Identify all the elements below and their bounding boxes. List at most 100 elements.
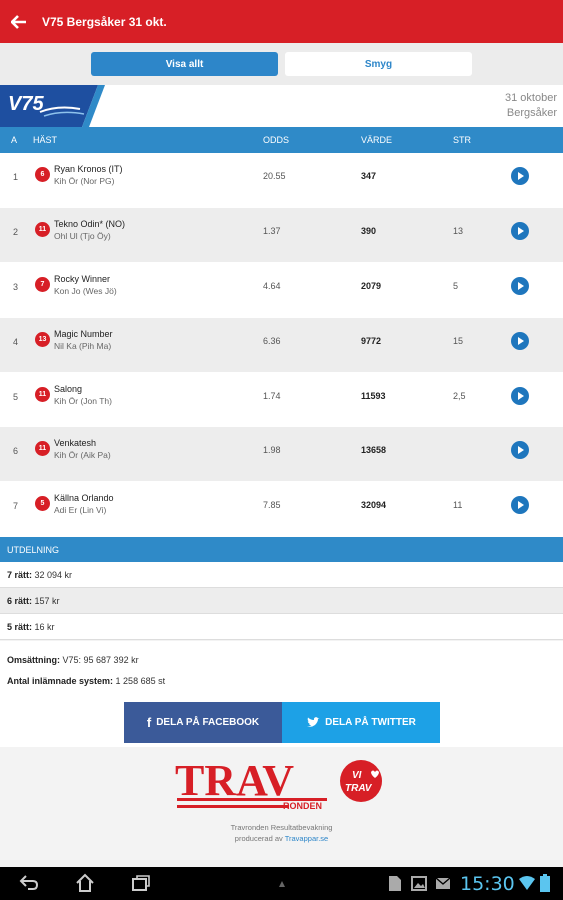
sneak-button[interactable]: Smyg [285, 52, 472, 76]
odds: 6.36 [263, 335, 281, 346]
view-toggle: Visa allt Smyg [0, 43, 563, 85]
odds: 1.74 [263, 390, 281, 401]
value: 9772 [361, 335, 382, 346]
value: 13658 [361, 445, 387, 456]
race-header: V75 31 oktober Bergsåker [0, 85, 563, 127]
driver-trainer: Kih Ör (Nor PG) [54, 176, 115, 186]
systems-label: Antal inlämnade system: [7, 676, 114, 686]
race-number: 3 [13, 281, 19, 292]
share-facebook-button[interactable]: f DELA PÅ FACEBOOK [124, 702, 282, 743]
col-a: A [11, 135, 18, 145]
badge-top-text: VI [352, 770, 362, 781]
back-button[interactable] [0, 0, 38, 43]
odds: 4.64 [263, 280, 281, 291]
horse-number-badge: 11 [35, 386, 50, 402]
table-row[interactable]: 7 5 Källna Orlando Adi Er (Lin Vi) 7.85 … [0, 482, 563, 538]
play-icon[interactable] [511, 496, 529, 515]
start: 5 [453, 280, 459, 291]
horse-number-badge: 6 [35, 167, 50, 182]
horse-number-badge: 11 [35, 221, 50, 237]
arrow-left-icon [11, 14, 26, 29]
table-row[interactable]: 5 11 Salong Kih Ör (Jon Th) 1.74 11593 2… [0, 372, 563, 428]
driver-trainer: Kon Jo (Wes Jö) [54, 285, 117, 296]
value: 347 [361, 171, 377, 181]
start: 2,5 [453, 390, 466, 401]
back-nav-icon[interactable] [18, 873, 40, 891]
odds: 1.37 [263, 225, 281, 236]
play-icon[interactable] [511, 386, 529, 405]
play-icon[interactable] [511, 331, 529, 350]
systems-value: 1 258 685 st [115, 676, 166, 686]
clock: 15:30 [460, 873, 515, 895]
show-all-button[interactable]: Visa allt [91, 52, 278, 76]
home-nav-icon[interactable] [74, 873, 96, 893]
credit-link[interactable]: Travappar.se [285, 834, 329, 843]
wifi-icon [519, 876, 535, 890]
turnover-line: Omsättning: V75: 95 687 392 kr [7, 655, 139, 665]
share-facebook-label: DELA PÅ FACEBOOK [156, 717, 260, 728]
payout-6-label: 6 rätt: [7, 596, 33, 606]
v75-logo-text: V75 [8, 93, 44, 115]
payout-header: UTDELNING [0, 537, 563, 562]
credit-line2: producerad av Travappar.se [0, 833, 563, 844]
col-start: STR [453, 135, 471, 145]
value: 390 [361, 225, 377, 236]
horse-name: Salong [54, 383, 83, 394]
footer: TRAV RONDEN VI TRAV Travronden Resultatb… [0, 747, 563, 867]
table-row[interactable]: 2 11 Tekno Odin* (NO) Ohl Ul (Tjo Öy) 1.… [0, 207, 563, 263]
travronden-logo: TRAV RONDEN VI TRAV [175, 757, 382, 811]
table-row[interactable]: 1 6 Ryan Kronos (IT) Kih Ör (Nor PG) 20.… [0, 153, 563, 208]
start: 11 [453, 500, 463, 511]
race-number: 1 [13, 172, 19, 182]
horse-number-badge: 7 [35, 276, 50, 292]
twitter-icon [307, 716, 320, 727]
race-date-block: 31 oktober Bergsåker [505, 91, 557, 121]
table-row[interactable]: 4 13 Magic Number Nil Ka (Pih Ma) 6.36 9… [0, 317, 563, 373]
turnover-label: Omsättning: [7, 655, 60, 665]
value: 11593 [361, 390, 386, 401]
app-bar: V75 Bergsåker 31 okt. [0, 0, 563, 43]
horse-number-badge: 5 [35, 496, 50, 512]
value: 32094 [361, 500, 387, 511]
credit-line1: Travronden Resultatbevakning [230, 823, 333, 832]
col-value: VÄRDE [361, 135, 393, 145]
play-icon[interactable] [511, 441, 529, 460]
col-odds: ODDS [263, 135, 290, 145]
play-icon[interactable] [511, 167, 529, 185]
race-number: 5 [13, 391, 19, 402]
odds: 7.85 [263, 500, 281, 511]
image-icon [411, 876, 427, 891]
badge-bottom-text: TRAV [345, 783, 373, 794]
race-number: 4 [13, 336, 19, 347]
facebook-icon: f [146, 715, 152, 730]
payout-5-value: 16 kr [34, 622, 55, 632]
driver-trainer: Kih Ör (Aik Pa) [54, 450, 111, 461]
race-track: Bergsåker [506, 107, 557, 119]
play-icon[interactable] [511, 276, 529, 295]
table-row[interactable]: 6 11 Venkatesh Kih Ör (Aik Pa) 1.98 1365… [0, 427, 563, 483]
payout-6-value: 157 kr [34, 596, 60, 606]
share-twitter-button[interactable]: DELA PÅ TWITTER [282, 702, 440, 743]
odds: 1.98 [263, 445, 281, 456]
table-row[interactable]: 3 7 Rocky Winner Kon Jo (Wes Jö) 4.64 20… [0, 262, 563, 318]
results-table: 1 6 Ryan Kronos (IT) Kih Ör (Nor PG) 20.… [0, 153, 563, 538]
race-number: 7 [13, 501, 19, 512]
horse-name: Magic Number [54, 328, 113, 339]
payout-row-7: 7 rätt: 32 094 kr [0, 562, 563, 588]
menu-dot-icon[interactable] [279, 881, 285, 887]
horse-name: Källna Orlando [54, 493, 114, 504]
race-date: 31 oktober [505, 92, 557, 104]
start: 15 [453, 335, 464, 346]
v75-logo: V75 [0, 85, 105, 127]
start: 13 [453, 225, 464, 236]
driver-trainer: Nil Ka (Pih Ma) [54, 340, 112, 351]
value: 2079 [361, 280, 382, 291]
play-icon[interactable] [511, 221, 529, 240]
recent-apps-icon[interactable] [130, 873, 152, 893]
mail-icon [435, 877, 451, 889]
driver-trainer: Ohl Ul (Tjo Öy) [54, 230, 111, 241]
page-title: V75 Bergsåker 31 okt. [42, 14, 167, 29]
payout-7-label: 7 rätt: [7, 570, 33, 580]
horse-number-badge: 11 [35, 441, 50, 457]
battery-icon [540, 874, 550, 892]
